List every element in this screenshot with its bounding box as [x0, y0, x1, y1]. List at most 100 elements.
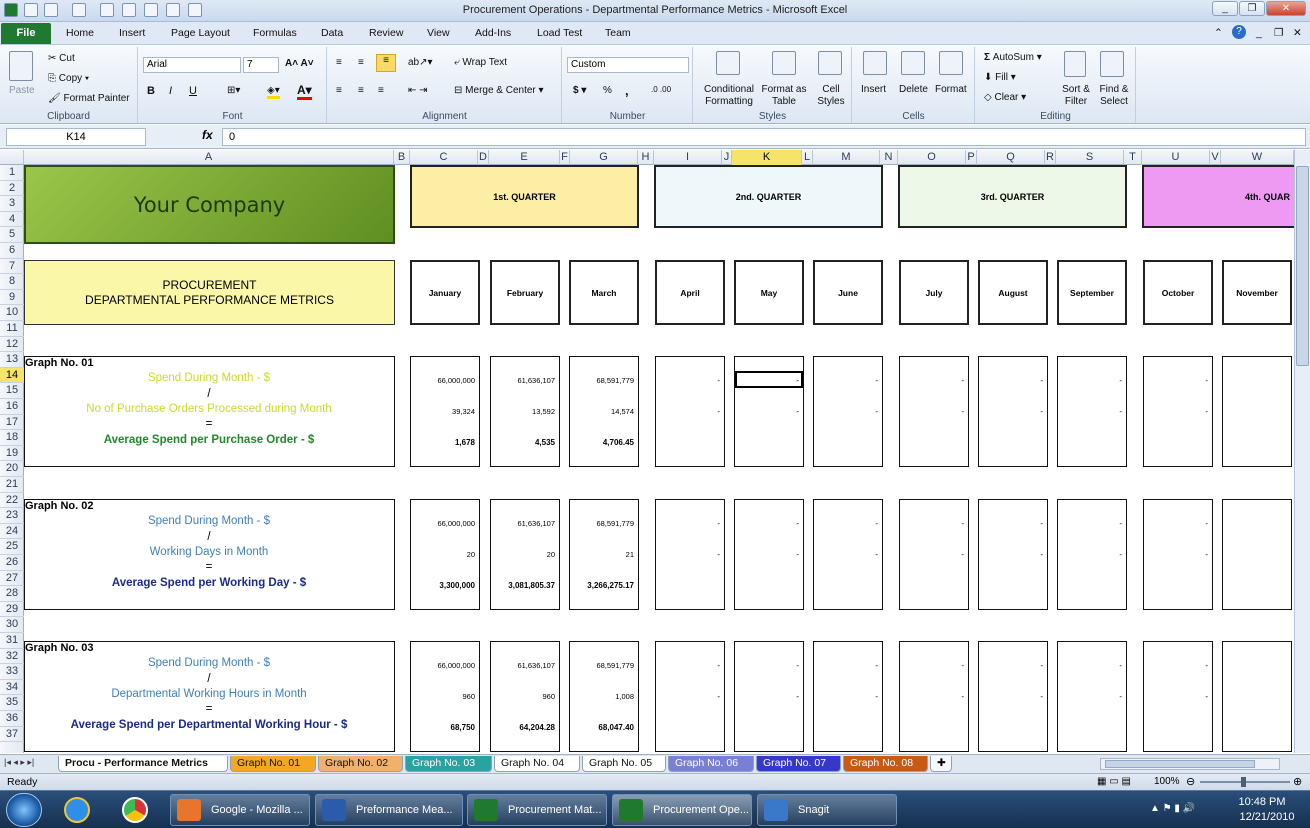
format-cells-icon[interactable] — [939, 51, 963, 75]
align-right-icon[interactable]: ≡ — [378, 85, 384, 96]
formula-input[interactable]: 0 — [222, 128, 1306, 146]
format-painter-button[interactable]: 🖌 Format Painter — [48, 93, 130, 104]
empty-value[interactable]: - — [1205, 376, 1208, 385]
empty-value[interactable]: - — [1040, 661, 1043, 670]
row-header-9[interactable]: 9 — [0, 290, 24, 306]
empty-value[interactable]: - — [875, 550, 878, 559]
column-header-w[interactable]: W — [1221, 150, 1294, 165]
column-header-u[interactable]: U — [1142, 150, 1210, 165]
bold-button[interactable]: B — [147, 85, 155, 97]
grow-font-button[interactable]: A˄ A˅ — [285, 58, 314, 69]
taskbar-excel-1[interactable]: Procurement Mat... — [467, 794, 607, 826]
empty-value[interactable]: - — [1205, 692, 1208, 701]
cell-styles-button[interactable]: Cell Styles — [812, 84, 850, 108]
name-box[interactable]: K14 — [6, 128, 146, 146]
workbook-restore-icon[interactable]: ❐ — [1274, 27, 1283, 39]
cell-styles-icon[interactable] — [818, 51, 842, 75]
row-header-18[interactable]: 18 — [0, 430, 24, 446]
workbook-close-icon[interactable]: ✕ — [1293, 27, 1302, 39]
chrome-icon[interactable] — [122, 797, 148, 823]
month-value-box[interactable]: -- — [1143, 499, 1213, 610]
tab-file[interactable]: File — [1, 23, 51, 44]
row-header-33[interactable]: 33 — [0, 664, 24, 680]
row-header-5[interactable]: 5 — [0, 227, 24, 243]
delete-cells-button[interactable]: Delete — [899, 84, 928, 95]
empty-value[interactable]: - — [717, 407, 720, 416]
empty-value[interactable]: - — [1205, 519, 1208, 528]
empty-value[interactable]: - — [1205, 661, 1208, 670]
sort-filter-icon[interactable] — [1064, 51, 1086, 77]
binoculars-icon[interactable] — [1100, 51, 1124, 77]
empty-value[interactable]: - — [796, 661, 799, 670]
italic-button[interactable]: I — [169, 85, 172, 97]
comma-button[interactable]: , — [625, 83, 629, 98]
month-value-box[interactable]: -- — [1057, 499, 1127, 610]
select-all-corner[interactable] — [0, 150, 24, 165]
row-header-19[interactable]: 19 — [0, 446, 24, 462]
sheet-tab-graph-6[interactable]: Graph No. 06 — [668, 756, 754, 772]
month-value-box[interactable]: -- — [978, 356, 1048, 467]
column-header-s[interactable]: S — [1056, 150, 1124, 165]
column-header-j[interactable]: J — [722, 150, 732, 165]
row-header-10[interactable]: 10 — [0, 305, 24, 321]
month-value-box[interactable] — [1222, 356, 1292, 467]
column-header-c[interactable]: C — [410, 150, 478, 165]
empty-value[interactable]: - — [796, 407, 799, 416]
empty-value[interactable]: - — [875, 519, 878, 528]
sort-filter-button[interactable]: Sort & Filter — [1058, 84, 1094, 108]
empty-value[interactable]: - — [961, 407, 964, 416]
denominator-value[interactable]: 1,008 — [615, 692, 634, 701]
result-value[interactable]: 1,678 — [455, 438, 475, 447]
row-header-31[interactable]: 31 — [0, 633, 24, 649]
empty-value[interactable]: - — [796, 519, 799, 528]
denominator-value[interactable]: 13,592 — [532, 407, 555, 416]
insert-cells-button[interactable]: Insert — [861, 84, 886, 95]
find-select-button[interactable]: Find & Select — [1094, 84, 1134, 108]
empty-value[interactable]: - — [1119, 519, 1122, 528]
column-header-m[interactable]: M — [813, 150, 880, 165]
internet-explorer-icon[interactable] — [64, 797, 90, 823]
denominator-value[interactable]: 21 — [626, 550, 634, 559]
empty-value[interactable]: - — [1040, 519, 1043, 528]
row-header-4[interactable]: 4 — [0, 212, 24, 228]
empty-value[interactable]: - — [875, 376, 878, 385]
month-value-box[interactable]: -- — [1143, 356, 1213, 467]
align-top-icon[interactable]: ≡ — [336, 57, 342, 68]
row-header-8[interactable]: 8 — [0, 274, 24, 290]
paste-button[interactable]: Paste — [9, 85, 35, 96]
month-value-box[interactable]: -- — [655, 641, 725, 752]
font-color-icon[interactable]: A▾ — [297, 83, 312, 100]
zoom-in-button[interactable]: ⊕ — [1293, 775, 1302, 788]
cut-button[interactable]: ✂ Cut — [48, 53, 75, 64]
month-value-box[interactable] — [1222, 499, 1292, 610]
column-header-t[interactable]: T — [1124, 150, 1142, 165]
workbook-minimize-icon[interactable]: _ — [1256, 27, 1262, 39]
month-value-box[interactable]: -- — [813, 499, 883, 610]
column-header-o[interactable]: O — [898, 150, 966, 165]
empty-value[interactable]: - — [961, 661, 964, 670]
insert-sheet-icon[interactable]: ✚ — [930, 756, 952, 772]
month-value-box[interactable]: -- — [734, 499, 804, 610]
result-value[interactable]: 68,047.40 — [598, 723, 634, 732]
column-header-e[interactable]: E — [489, 150, 560, 165]
sheet-tab-graph-2[interactable]: Graph No. 02 — [318, 756, 403, 772]
row-header-21[interactable]: 21 — [0, 477, 24, 493]
column-header-k[interactable]: K — [732, 150, 802, 165]
underline-button[interactable]: U — [189, 85, 197, 97]
row-header-27[interactable]: 27 — [0, 571, 24, 587]
spend-value[interactable]: 68,591,779 — [596, 376, 634, 385]
row-header-20[interactable]: 20 — [0, 461, 24, 477]
empty-value[interactable]: - — [717, 661, 720, 670]
spend-value[interactable]: 61,636,107 — [517, 376, 555, 385]
month-value-box[interactable]: 68,591,779 21 3,266,275.17 — [569, 499, 639, 610]
month-value-box[interactable]: -- — [1143, 641, 1213, 752]
spend-value[interactable]: 61,636,107 — [517, 519, 555, 528]
restore-button[interactable]: ❐ — [1239, 1, 1265, 16]
denominator-value[interactable]: 39,324 — [452, 407, 475, 416]
align-center-icon[interactable]: ≡ — [358, 85, 364, 96]
month-value-box[interactable]: 66,000,000 39,324 1,678 — [410, 356, 480, 467]
month-value-box[interactable]: -- — [655, 356, 725, 467]
tab-data[interactable]: Data — [321, 27, 343, 39]
sheet-nav-arrows-icon[interactable]: |◂ ◂ ▸ ▸| — [4, 757, 34, 768]
month-value-box[interactable]: -- — [899, 499, 969, 610]
